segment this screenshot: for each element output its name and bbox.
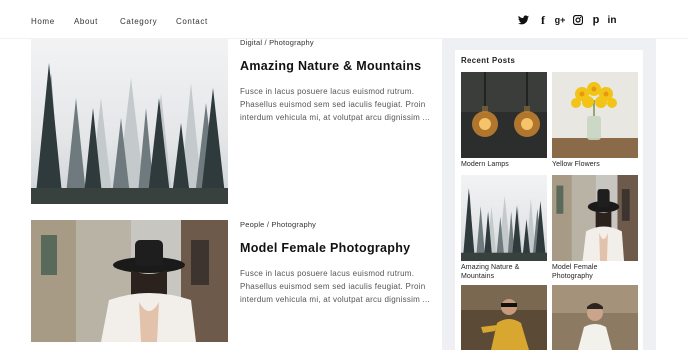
recent-post-label[interactable]: Modern Lamps: [461, 160, 547, 169]
post-excerpt: Fusce in lacus posuere lacus euismod rut…: [240, 269, 430, 305]
misty-forest-image: [461, 175, 547, 261]
recent-post-thumb-lamps[interactable]: [461, 72, 547, 158]
recent-post-thumb-man-outdoor[interactable]: [552, 285, 638, 350]
post-title[interactable]: Amazing Nature & Mountains: [240, 59, 421, 73]
linkedin-icon[interactable]: in: [605, 14, 619, 26]
recent-post-label[interactable]: Amazing Nature & Mountains: [461, 263, 547, 281]
post-excerpt: Fusce in lacus posuere lacus euismod rut…: [240, 87, 430, 123]
nav-contact[interactable]: Contact: [176, 17, 208, 26]
nav-about[interactable]: About: [74, 17, 98, 26]
woman-in-hat-image: [31, 220, 228, 342]
post-category[interactable]: People / Photography: [240, 220, 316, 229]
flowers-image: [552, 72, 638, 158]
woman-yellow-image: [461, 285, 547, 350]
man-outdoor-image: [552, 285, 638, 350]
facebook-icon[interactable]: f: [537, 13, 549, 27]
instagram-icon[interactable]: [572, 14, 584, 26]
post-image-model[interactable]: [31, 220, 228, 342]
recent-post-label[interactable]: Model Female Photography: [552, 263, 638, 281]
woman-in-hat-image: [552, 175, 638, 261]
recent-post-thumb-nature[interactable]: [461, 175, 547, 261]
google-plus-icon[interactable]: g+: [553, 14, 567, 26]
recent-post-thumb-woman-yellow[interactable]: [461, 285, 547, 350]
twitter-icon[interactable]: [517, 14, 529, 26]
top-navigation-bar: Home About Category Contact f g+ p in: [0, 0, 688, 39]
pinterest-icon[interactable]: p: [590, 14, 602, 26]
post-title[interactable]: Model Female Photography: [240, 241, 410, 255]
widget-title: Recent Posts: [461, 56, 516, 65]
nav-home[interactable]: Home: [31, 17, 55, 26]
recent-post-label[interactable]: Yellow Flowers: [552, 160, 638, 169]
recent-post-thumb-flowers[interactable]: [552, 72, 638, 158]
nav-category[interactable]: Category: [120, 17, 157, 26]
post-category[interactable]: Digital / Photography: [240, 38, 314, 47]
misty-forest-image: [31, 38, 228, 204]
recent-post-thumb-model[interactable]: [552, 175, 638, 261]
post-image-nature[interactable]: [31, 38, 228, 204]
lamps-image: [461, 72, 547, 158]
